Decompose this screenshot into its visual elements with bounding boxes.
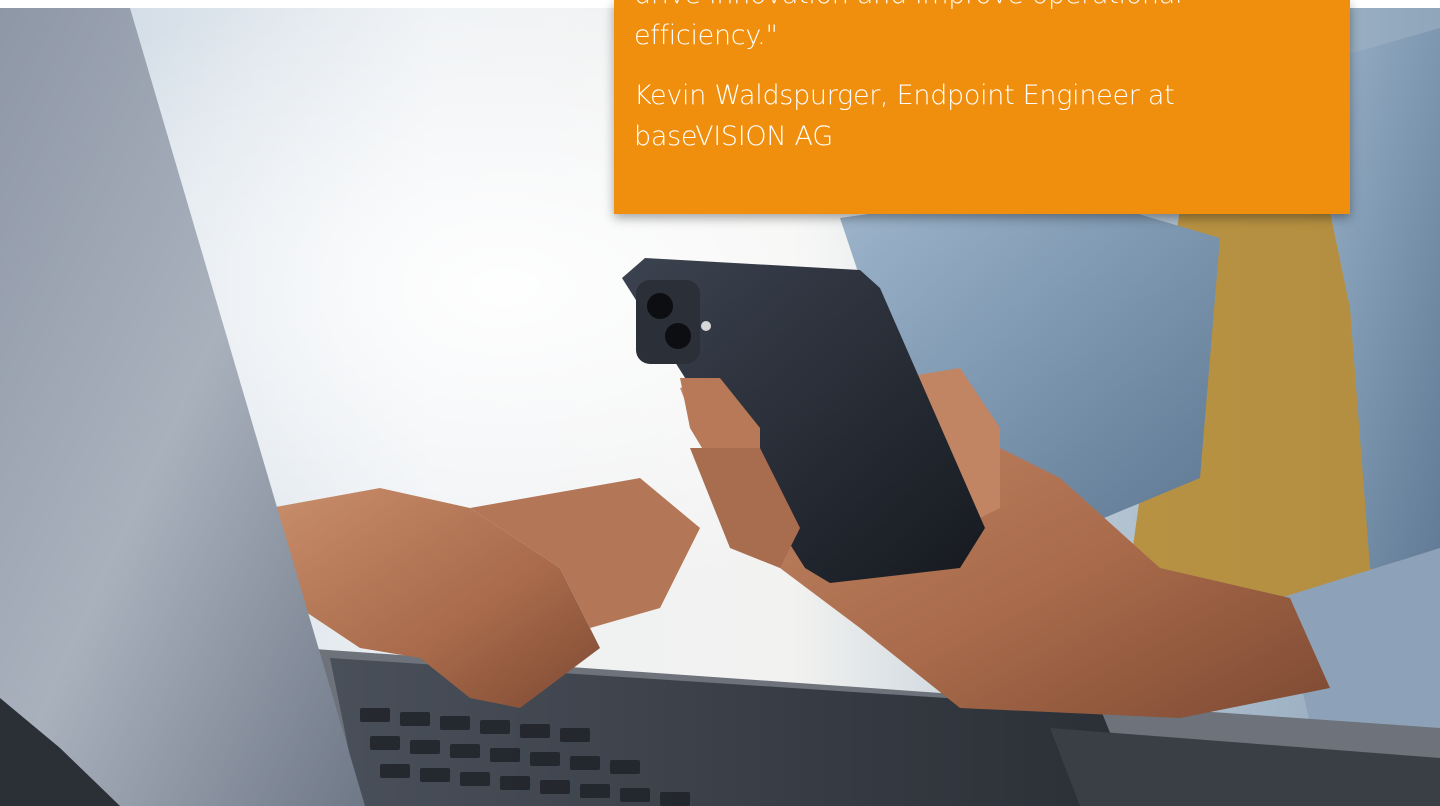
quote-line-last: efficiency." bbox=[634, 20, 778, 51]
author-line-2: baseVISION AG bbox=[634, 121, 833, 152]
page: drive innovation and improve operational… bbox=[0, 0, 1440, 806]
testimonial-author: Kevin Waldspurger, Endpoint Engineer at … bbox=[634, 75, 1274, 157]
testimonial-card: drive innovation and improve operational… bbox=[614, 0, 1350, 214]
author-line-1: Kevin Waldspurger, Endpoint Engineer at bbox=[634, 80, 1175, 111]
quote-line-partial: drive innovation and improve operational bbox=[634, 0, 1182, 10]
testimonial-quote: drive innovation and improve operational… bbox=[634, 0, 1274, 56]
